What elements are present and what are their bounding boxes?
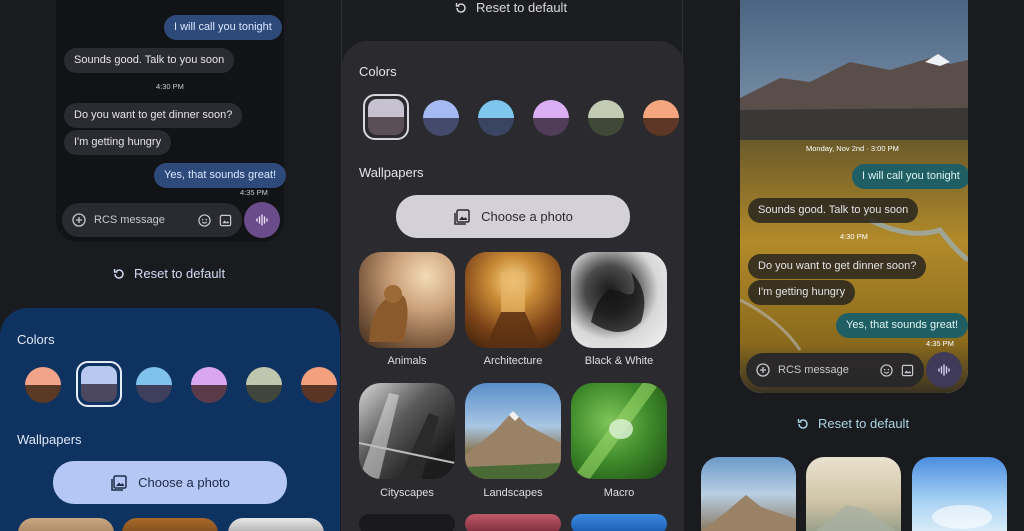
color-swatch[interactable] xyxy=(191,367,227,403)
animal-silhouette xyxy=(369,285,408,342)
color-swatch[interactable] xyxy=(136,367,172,403)
message-bubble-incoming: Do you want to get dinner soon? xyxy=(64,103,243,128)
waveform-icon xyxy=(938,364,950,376)
wallpaper-label: Architecture xyxy=(483,355,543,367)
color-swatch[interactable] xyxy=(423,100,459,136)
wallpaper-tile[interactable] xyxy=(806,457,901,531)
message-bubble-incoming: Do you want to get dinner soon? xyxy=(748,254,927,279)
emoji-icon[interactable] xyxy=(198,213,211,227)
wallpaper-tile[interactable] xyxy=(465,514,561,531)
wallpaper-tile-black-white[interactable] xyxy=(571,252,667,348)
wallpaper-tile[interactable] xyxy=(912,457,1007,531)
wallpaper-label: Landscapes xyxy=(483,487,543,499)
wallpaper-label: Cityscapes xyxy=(380,487,434,499)
wallpaper-tile-cityscapes[interactable] xyxy=(359,383,455,479)
color-swatch[interactable] xyxy=(25,367,61,403)
wallpaper-tile-landscapes[interactable] xyxy=(701,457,796,531)
emoji-icon[interactable] xyxy=(880,363,893,377)
choose-photo-label: Choose a photo xyxy=(481,209,573,224)
water-drop-shape xyxy=(575,383,657,479)
wallpaper-label: Animals xyxy=(387,355,427,367)
add-icon[interactable] xyxy=(756,363,770,377)
wallpapers-title: Wallpapers xyxy=(359,165,424,180)
message-timestamp: 4:35 PM xyxy=(240,188,268,197)
wallpaper-tile-animals[interactable] xyxy=(359,252,455,348)
message-bubble-outgoing: I will call you tonight xyxy=(164,15,282,40)
mountain-shape xyxy=(701,495,796,531)
right-chat-preview: Monday, Nov 2nd · 3:00 PM I will call yo… xyxy=(740,0,968,393)
message-bubble-incoming: I'm getting hungry xyxy=(64,130,172,155)
gallery-icon[interactable] xyxy=(219,214,232,227)
color-swatch[interactable] xyxy=(301,367,337,403)
middle-customize-sheet: Colors Wallpapers Choose a photo Animals xyxy=(342,41,684,531)
voice-button[interactable] xyxy=(244,202,280,238)
waveform-icon xyxy=(256,214,268,226)
wallpaper-label: Macro xyxy=(603,487,635,499)
wallpaper-label: Black & White xyxy=(584,355,654,367)
mountain-shape xyxy=(816,505,896,531)
reset-to-default-button[interactable]: Reset to default xyxy=(454,0,567,15)
message-bubble-outgoing: I will call you tonight xyxy=(852,164,968,189)
photo-icon xyxy=(111,474,127,491)
message-timestamp: 4:30 PM xyxy=(156,82,184,91)
wallpaper-tile[interactable] xyxy=(571,514,667,531)
building-shape xyxy=(359,393,455,479)
wallpaper-tile-architecture[interactable] xyxy=(122,518,218,531)
color-swatch[interactable] xyxy=(643,100,679,136)
reset-label: Reset to default xyxy=(134,266,226,281)
colors-title: Colors xyxy=(17,332,55,347)
cloud-shape xyxy=(932,505,992,529)
message-composer[interactable]: RCS message xyxy=(62,203,242,237)
color-swatch-selected[interactable] xyxy=(363,94,409,140)
composer-placeholder[interactable]: RCS message xyxy=(94,214,190,226)
reset-to-default-button[interactable]: Reset to default xyxy=(796,416,909,431)
architecture-shape xyxy=(485,272,541,348)
message-bubble-outgoing: Yes, that sounds great! xyxy=(154,163,287,188)
choose-photo-label: Choose a photo xyxy=(138,475,230,490)
choose-photo-button[interactable]: Choose a photo xyxy=(396,195,630,238)
color-swatch-selected[interactable] xyxy=(76,361,122,407)
wallpaper-tile-black-white[interactable] xyxy=(228,518,324,531)
wallpaper-tile[interactable] xyxy=(359,514,455,531)
color-swatch[interactable] xyxy=(478,100,514,136)
voice-button[interactable] xyxy=(926,352,962,388)
choose-photo-button[interactable]: Choose a photo xyxy=(53,461,287,504)
chat-date-header: Monday, Nov 2nd · 3:00 PM xyxy=(806,144,899,153)
mountain-shape xyxy=(465,411,561,479)
wallpaper-tile-animals[interactable] xyxy=(18,518,114,531)
message-timestamp: 4:30 PM xyxy=(840,232,868,241)
color-swatch[interactable] xyxy=(533,100,569,136)
wallpaper-tile-architecture[interactable] xyxy=(465,252,561,348)
reset-icon xyxy=(113,268,124,279)
message-composer[interactable]: RCS message xyxy=(746,353,924,387)
reset-label: Reset to default xyxy=(476,0,568,15)
message-bubble-incoming: I'm getting hungry xyxy=(748,280,856,305)
left-customize-sheet: Colors Wallpapers Choose a photo xyxy=(0,308,340,531)
color-swatch[interactable] xyxy=(246,367,282,403)
reset-icon xyxy=(455,2,466,13)
message-bubble-outgoing: Yes, that sounds great! xyxy=(836,313,968,338)
reset-label: Reset to default xyxy=(818,416,910,431)
smoke-shape xyxy=(591,272,645,332)
message-timestamp: 4:35 PM xyxy=(926,339,954,348)
message-bubble-incoming: Sounds good. Talk to you soon xyxy=(64,48,235,73)
add-icon[interactable] xyxy=(72,213,86,227)
left-chat-preview: I will call you tonight Sounds good. Tal… xyxy=(56,0,287,242)
color-swatch[interactable] xyxy=(588,100,624,136)
gallery-icon[interactable] xyxy=(901,364,914,377)
reset-icon xyxy=(797,418,808,429)
message-bubble-incoming: Sounds good. Talk to you soon xyxy=(748,198,919,223)
wallpapers-title: Wallpapers xyxy=(17,432,82,447)
wallpaper-tile-macro[interactable] xyxy=(571,383,667,479)
photo-icon xyxy=(454,208,470,225)
wallpaper-tile-landscapes[interactable] xyxy=(465,383,561,479)
middle-customize-panel: Reset to default Colors Wallpapers Choos… xyxy=(341,0,684,531)
reset-to-default-button[interactable]: Reset to default xyxy=(112,266,225,281)
composer-placeholder[interactable]: RCS message xyxy=(778,364,872,376)
colors-title: Colors xyxy=(359,64,397,79)
